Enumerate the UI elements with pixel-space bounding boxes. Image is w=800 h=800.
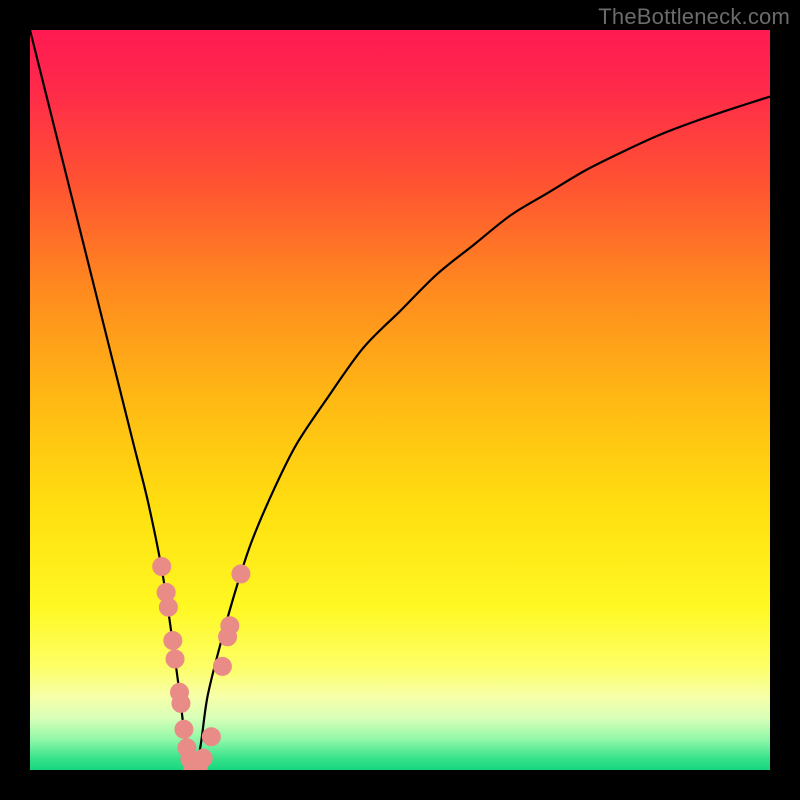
marker-dot xyxy=(232,565,250,583)
chart-svg xyxy=(30,30,770,770)
gradient-background xyxy=(30,30,770,770)
marker-dot xyxy=(202,728,220,746)
marker-dot xyxy=(164,632,182,650)
outer-frame: TheBottleneck.com xyxy=(0,0,800,800)
marker-dot xyxy=(172,694,190,712)
marker-dot xyxy=(194,749,212,767)
marker-dot xyxy=(153,558,171,576)
plot-area xyxy=(30,30,770,770)
watermark-text: TheBottleneck.com xyxy=(598,4,790,30)
marker-dot xyxy=(221,617,239,635)
marker-dot xyxy=(166,650,184,668)
marker-dot xyxy=(213,657,231,675)
marker-dot xyxy=(159,598,177,616)
marker-dot xyxy=(175,720,193,738)
